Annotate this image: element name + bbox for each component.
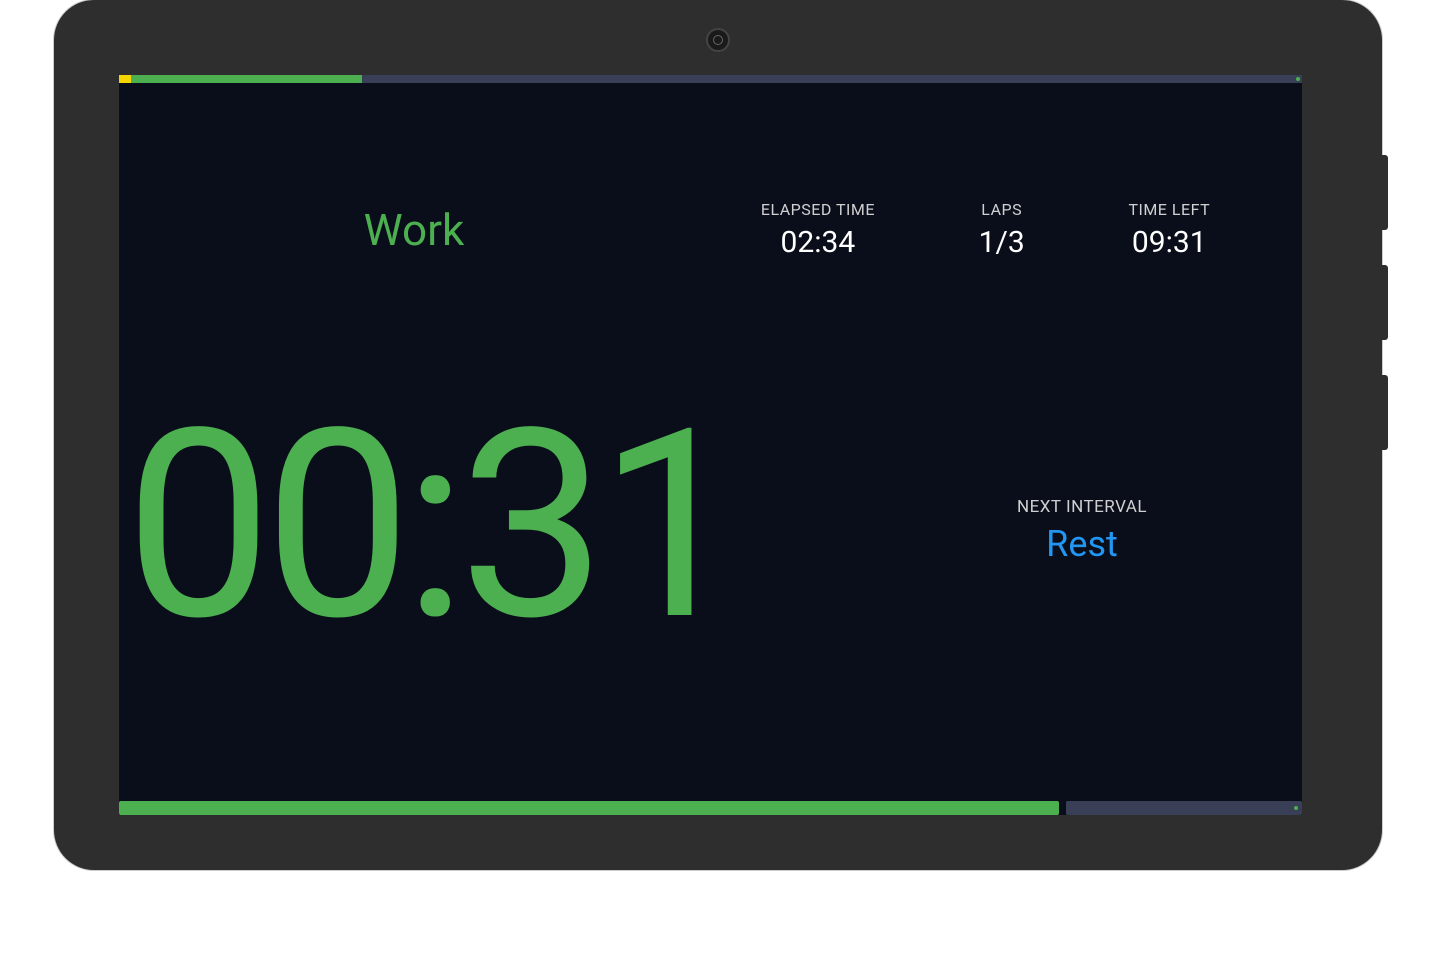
- progress-warmup-segment: [119, 75, 131, 83]
- app-screen[interactable]: Work ELAPSED TIME 02:34 LAPS 1/3 TIME LE…: [119, 75, 1302, 815]
- next-interval-label: NEXT INTERVAL: [962, 497, 1202, 517]
- tablet-button: [1382, 155, 1388, 230]
- time-left-block: TIME LEFT 09:31: [1128, 200, 1210, 260]
- header-row: Work ELAPSED TIME 02:34 LAPS 1/3 TIME LE…: [119, 200, 1302, 260]
- next-interval-block: NEXT INTERVAL Rest: [962, 497, 1202, 565]
- progress-work-segment: [131, 75, 362, 83]
- elapsed-time-value: 02:34: [761, 225, 875, 260]
- time-left-label: TIME LEFT: [1128, 200, 1210, 219]
- main-timer-display: 00:31: [125, 395, 737, 657]
- laps-block: LAPS 1/3: [979, 200, 1025, 260]
- phase-label: Work: [119, 204, 709, 256]
- next-interval-value: Rest: [962, 523, 1202, 565]
- progress-end-marker: [1296, 77, 1300, 81]
- tablet-button: [1382, 265, 1388, 340]
- elapsed-time-label: ELAPSED TIME: [761, 200, 875, 219]
- overall-progress-bar: [119, 75, 1302, 83]
- interval-progress-remaining: [1066, 801, 1302, 815]
- elapsed-time-block: ELAPSED TIME 02:34: [761, 200, 875, 260]
- laps-value: 1/3: [979, 225, 1025, 260]
- stats-group: ELAPSED TIME 02:34 LAPS 1/3 TIME LEFT 09…: [709, 200, 1302, 260]
- interval-progress-end-marker: [1294, 806, 1298, 810]
- tablet-button: [1382, 375, 1388, 450]
- tablet-frame: Work ELAPSED TIME 02:34 LAPS 1/3 TIME LE…: [54, 0, 1382, 870]
- interval-progress-bar: [119, 801, 1302, 815]
- camera-icon: [706, 28, 730, 52]
- laps-label: LAPS: [979, 200, 1025, 219]
- time-left-value: 09:31: [1128, 225, 1210, 260]
- interval-progress-current: [119, 801, 1059, 815]
- tablet-side-buttons: [1382, 155, 1388, 485]
